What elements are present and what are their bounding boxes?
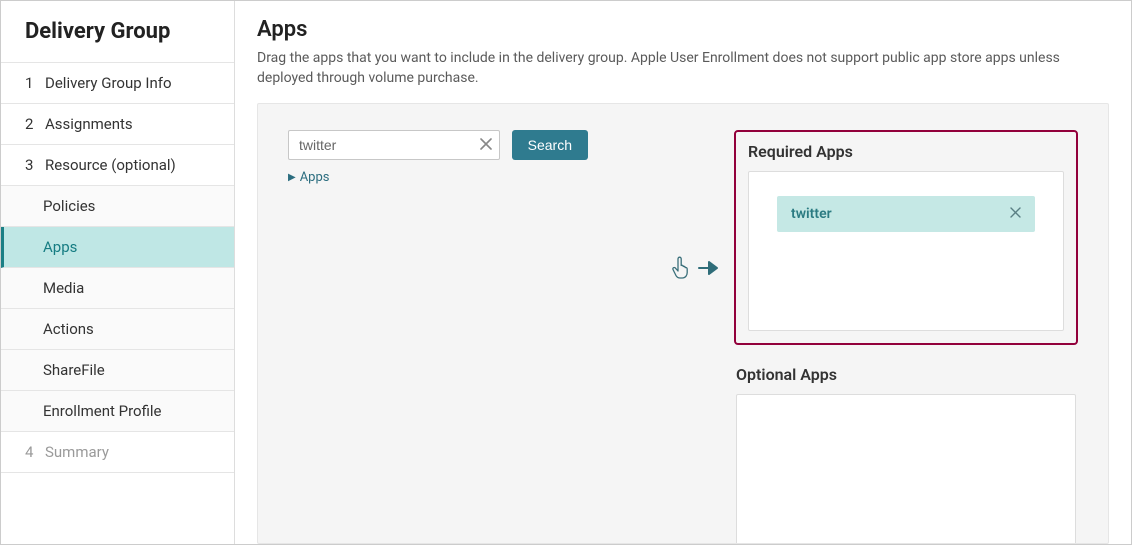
clear-search-icon[interactable] [480,137,492,153]
drag-hint-icon [671,256,721,280]
page-title: Apps [257,17,1109,42]
nav-num: 4 [25,443,37,461]
nav-num: 2 [25,115,37,133]
nav-label: Summary [45,443,109,461]
search-input[interactable] [288,130,500,160]
apps-expand-row[interactable]: ▶ Apps [288,170,588,185]
sidebar-title: Delivery Group [1,1,234,62]
nav-item-assignments[interactable]: 2 Assignments [1,104,234,145]
content-panel: Search ▶ Apps Required Apps twitter [257,103,1109,544]
dropzones-column: Required Apps twitter Optional Apps [734,130,1078,543]
nav-item-summary: 4 Summary [1,432,234,473]
arrow-right-icon [697,259,721,277]
nav-label: Delivery Group Info [45,74,172,92]
nav-item-resource[interactable]: 3 Resource (optional) [1,145,234,186]
required-apps-body[interactable]: twitter [748,171,1064,331]
nav-num: 3 [25,156,37,174]
nav-num: 1 [25,74,37,92]
nav-label: Assignments [45,115,133,133]
sub-item-enrollment-profile[interactable]: Enrollment Profile [1,391,234,432]
hand-pointer-icon [671,256,691,280]
nav-label: Resource (optional) [45,156,176,174]
required-apps-title: Required Apps [748,142,1064,161]
caret-right-icon: ▶ [288,172,296,183]
main-area: Apps Drag the apps that you want to incl… [235,1,1131,544]
app-chip[interactable]: twitter [777,196,1035,232]
sidebar: Delivery Group 1 Delivery Group Info 2 A… [1,1,235,544]
nav-list: 1 Delivery Group Info 2 Assignments 3 Re… [1,62,234,473]
expand-label: Apps [300,170,330,185]
app-chip-label: twitter [791,206,832,222]
search-column: Search ▶ Apps [288,130,588,543]
sub-item-apps[interactable]: Apps [1,227,234,268]
sub-item-media[interactable]: Media [1,268,234,309]
remove-chip-icon[interactable] [1010,206,1021,222]
search-wrap [288,130,500,160]
nav-item-delivery-group-info[interactable]: 1 Delivery Group Info [1,63,234,104]
sub-item-actions[interactable]: Actions [1,309,234,350]
page-description: Drag the apps that you want to include i… [257,48,1077,89]
required-apps-zone[interactable]: Required Apps twitter [734,130,1078,345]
optional-apps-zone[interactable]: Optional Apps [734,363,1078,544]
sub-nav-list: Policies Apps Media Actions ShareFile En… [1,186,234,432]
sub-item-policies[interactable]: Policies [1,186,234,227]
search-button[interactable]: Search [512,130,588,160]
search-row: Search [288,130,588,160]
sub-item-sharefile[interactable]: ShareFile [1,350,234,391]
optional-apps-title: Optional Apps [736,365,1076,384]
optional-apps-body[interactable] [736,394,1076,544]
